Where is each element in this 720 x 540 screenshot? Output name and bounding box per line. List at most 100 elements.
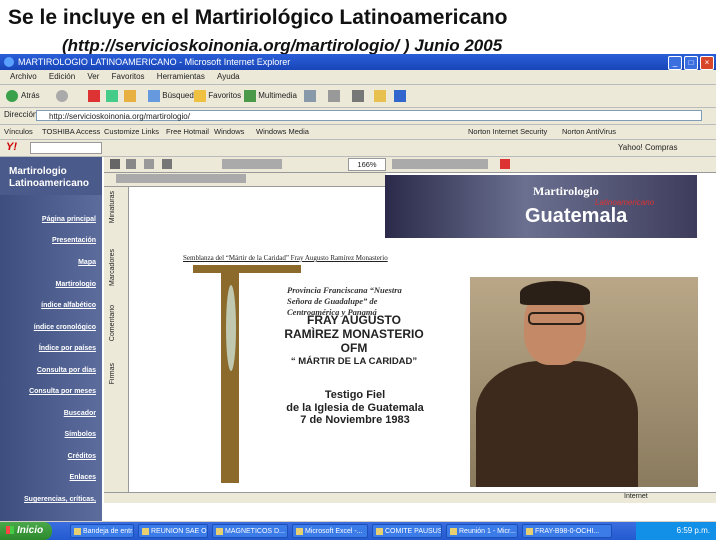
nav-indice-paises[interactable]: Índice por países	[39, 345, 96, 352]
tab-comentario[interactable]: Comentario	[109, 305, 116, 341]
site-sidebar: Martirologio Latinoamericano Página prin…	[0, 157, 102, 521]
task-reunion-sae[interactable]: REUNION SAE O...	[138, 524, 208, 538]
home-button[interactable]	[124, 89, 136, 103]
menu-edicion[interactable]: Edición	[49, 72, 75, 81]
fray-name-block: FRAY AUGUSTO RAMÌREZ MONASTERIO OFM “ MÁ…	[249, 313, 459, 369]
page-content: Martirologio Latinoamericano Página prin…	[0, 157, 716, 521]
menu-archivo[interactable]: Archivo	[10, 72, 37, 81]
nav-presentacion[interactable]: Presentación	[52, 237, 96, 244]
print-pdf-icon[interactable]	[126, 159, 136, 169]
nav-sugerencias[interactable]: Sugerencias, críticas,	[24, 496, 96, 503]
windows-flag-icon	[6, 526, 14, 535]
link-toshiba[interactable]: TOSHIBA Access	[42, 127, 100, 136]
print-button[interactable]	[328, 89, 340, 103]
window-title: MARTIROLOGIO LATINOAMERICANO - Microsoft…	[18, 57, 291, 67]
yahoo-shopping[interactable]: Yahoo! Compras	[618, 143, 677, 152]
task-bandeja[interactable]: Bandeja de entr...	[70, 524, 134, 538]
nav-consulta-dias[interactable]: Consulta por días	[37, 367, 96, 374]
menu-ayuda[interactable]: Ayuda	[217, 72, 240, 81]
ie-icon	[4, 57, 14, 67]
tab-miniaturas[interactable]: Miniaturas	[109, 191, 116, 223]
stop-button[interactable]	[88, 89, 100, 103]
nav-mapa[interactable]: Mapa	[78, 259, 96, 266]
task-magneticos[interactable]: MAGNETICOS D...	[212, 524, 288, 538]
save-icon[interactable]	[110, 159, 120, 169]
task-fray[interactable]: FRAY-B98-0-OCHI...	[522, 524, 612, 538]
pdf-toolbar-secondary	[104, 173, 386, 187]
name-line2: RAMÌREZ MONASTERIO	[284, 327, 424, 341]
menu-ver[interactable]: Ver	[87, 72, 99, 81]
robe-shape	[476, 361, 638, 487]
testigo-line1: Testigo Fiel	[324, 389, 386, 401]
link-windows-media[interactable]: Windows Media	[256, 127, 309, 136]
acrobat-icon[interactable]	[500, 159, 510, 169]
nav-enlaces[interactable]: Enlaces	[70, 474, 96, 481]
address-input[interactable]: http://servicioskoinonia.org/martirologi…	[36, 110, 702, 121]
close-button[interactable]: ×	[700, 56, 714, 70]
links-label: Vínculos	[4, 127, 33, 136]
link-customize[interactable]: Customize Links	[104, 127, 159, 136]
name-line4: “ MÁRTIR DE LA CARIDAD”	[290, 356, 418, 367]
stop-icon	[88, 89, 100, 102]
menu-herramientas[interactable]: Herramientas	[157, 72, 205, 81]
folder-button[interactable]	[374, 89, 386, 103]
nav-creditos[interactable]: Créditos	[68, 453, 96, 460]
zoom-controls[interactable]	[392, 159, 488, 169]
slide-title: Se le incluye en el Martiriológico Latin…	[8, 6, 508, 29]
guatemala-banner: Martirologio Latinoamericano Guatemala	[385, 175, 697, 238]
task-reunion-1[interactable]: Reunión 1 - Micr...	[446, 524, 518, 538]
nav-buscador[interactable]: Buscador	[64, 410, 96, 417]
nav-consulta-meses[interactable]: Consulta por meses	[29, 388, 96, 395]
address-bar: Dirección http://servicioskoinonia.org/m…	[0, 108, 716, 125]
mail-icon	[304, 89, 316, 102]
zoom-select[interactable]: 166%	[348, 158, 386, 171]
link-windows[interactable]: Windows	[214, 127, 244, 136]
navigation-arrows[interactable]	[222, 159, 282, 169]
email-pdf-icon[interactable]	[144, 159, 154, 169]
tab-firmas[interactable]: Firmas	[109, 363, 116, 384]
yahoo-logo[interactable]: Y!	[6, 141, 17, 153]
maximize-button[interactable]: □	[684, 56, 698, 70]
refresh-button[interactable]	[106, 89, 118, 103]
nav-simbolos[interactable]: Símbolos	[64, 431, 96, 438]
hand-tool-icon[interactable]	[162, 159, 172, 169]
home-icon	[124, 89, 136, 102]
back-button[interactable]: Atrás	[6, 89, 40, 103]
favorites-button[interactable]: Favoritos	[194, 89, 241, 103]
menu-bar: Archivo Edición Ver Favoritos Herramient…	[0, 70, 716, 85]
menu-favoritos[interactable]: Favoritos	[112, 72, 145, 81]
edit-button[interactable]	[352, 89, 364, 103]
taskbar: Inicio Bandeja de entr... REUNION SAE O.…	[0, 522, 716, 540]
folder-icon	[374, 89, 386, 102]
multimedia-button[interactable]: Multimedia	[244, 89, 297, 103]
browser-toolbar: Atrás Búsqueda Favoritos Multimedia	[0, 85, 716, 108]
tab-marcadores[interactable]: Marcadores	[109, 249, 116, 286]
norton-security[interactable]: Norton Internet Security	[468, 127, 547, 136]
nav-indice-alfabetico[interactable]: índice alfabético	[41, 302, 96, 309]
nav-martirologio[interactable]: Martirologio	[56, 281, 96, 288]
forward-button[interactable]	[56, 89, 71, 103]
brand-line2: Latinoamericano	[9, 178, 90, 189]
search-button[interactable]: Búsqueda	[148, 89, 198, 103]
nav-indice-cronologico[interactable]: índice cronológico	[34, 324, 96, 331]
start-button[interactable]: Inicio	[0, 522, 52, 540]
links-bar: Vínculos TOSHIBA Access Customize Links …	[0, 125, 716, 140]
link-hotmail[interactable]: Free Hotmail	[166, 127, 209, 136]
yahoo-search-input[interactable]	[30, 142, 102, 154]
pdf-toolbar: 166%	[104, 157, 716, 173]
task-excel[interactable]: Microsoft Excel -...	[292, 524, 368, 538]
nav-pagina-principal[interactable]: Página principal	[42, 216, 96, 223]
messenger-button[interactable]	[394, 89, 406, 103]
banner-guatemala: Guatemala	[525, 205, 628, 227]
norton-antivirus[interactable]: Norton AntiVirus	[562, 127, 616, 136]
text-tools[interactable]	[116, 174, 246, 183]
status-internet: Internet	[624, 493, 648, 500]
minimize-button[interactable]: _	[668, 56, 682, 70]
mail-button[interactable]	[304, 89, 316, 103]
banner-martirologio: Martirologio	[533, 184, 599, 198]
semblanza-heading: Semblanza del “Mártir de la Caridad” Fra…	[183, 254, 388, 262]
hair-shape	[520, 281, 590, 305]
brand-line1: Martirologio	[9, 166, 67, 177]
testigo-line3: 7 de Noviembre 1983	[300, 414, 410, 426]
task-comite[interactable]: COMITE PAUSUS...	[372, 524, 442, 538]
